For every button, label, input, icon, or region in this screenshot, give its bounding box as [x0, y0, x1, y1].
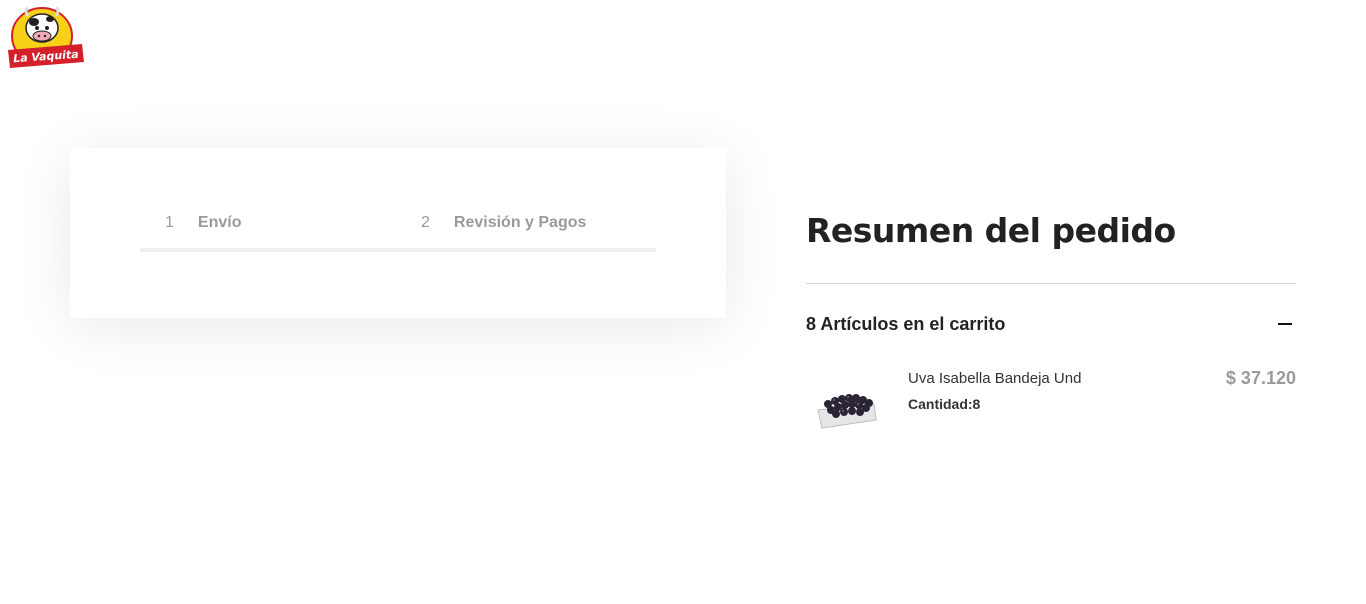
- checkout-progress-bar: 1 Envío 2 Revisión y Pagos: [140, 212, 656, 252]
- step-shipping[interactable]: 1 Envío: [165, 212, 241, 234]
- step-number: 2: [421, 214, 430, 231]
- product-name[interactable]: Uva Isabella Bandeja Und: [908, 370, 1081, 388]
- step-number: 1: [165, 214, 174, 231]
- step-label: Envío: [197, 214, 242, 231]
- product-details: Uva Isabella Bandeja Und Cantidad:8: [908, 370, 1081, 412]
- step-review-payments[interactable]: 2 Revisión y Pagos: [421, 212, 586, 234]
- cart-items-toggle[interactable]: 8 Artículos en el carrito: [806, 312, 1296, 336]
- minus-icon[interactable]: [1278, 317, 1292, 331]
- cart-count-label: 8 Artículos en el carrito: [806, 313, 1006, 334]
- product-image[interactable]: [806, 364, 886, 444]
- grapes-tray-image: [806, 364, 886, 444]
- checkout-steps-card: 1 Envío 2 Revisión y Pagos: [70, 148, 726, 318]
- divider: [806, 283, 1296, 284]
- cow-logo-icon: La Vaquita: [8, 6, 84, 68]
- summary-title: Resumen del pedido: [806, 211, 1176, 250]
- checkout-page: La Vaquita 1 Envío 2 Revisión y Pagos Re…: [0, 0, 1366, 604]
- cart-item: Uva Isabella Bandeja Und Cantidad:8 $ 37…: [806, 364, 1296, 454]
- step-label: Revisión y Pagos: [453, 214, 587, 231]
- order-summary: Resumen del pedido 8 Artículos en el car…: [806, 205, 1296, 454]
- product-price: $ 37.120: [1225, 368, 1296, 388]
- brand-logo[interactable]: La Vaquita: [6, 6, 86, 72]
- product-quantity: Cantidad:8: [908, 396, 981, 412]
